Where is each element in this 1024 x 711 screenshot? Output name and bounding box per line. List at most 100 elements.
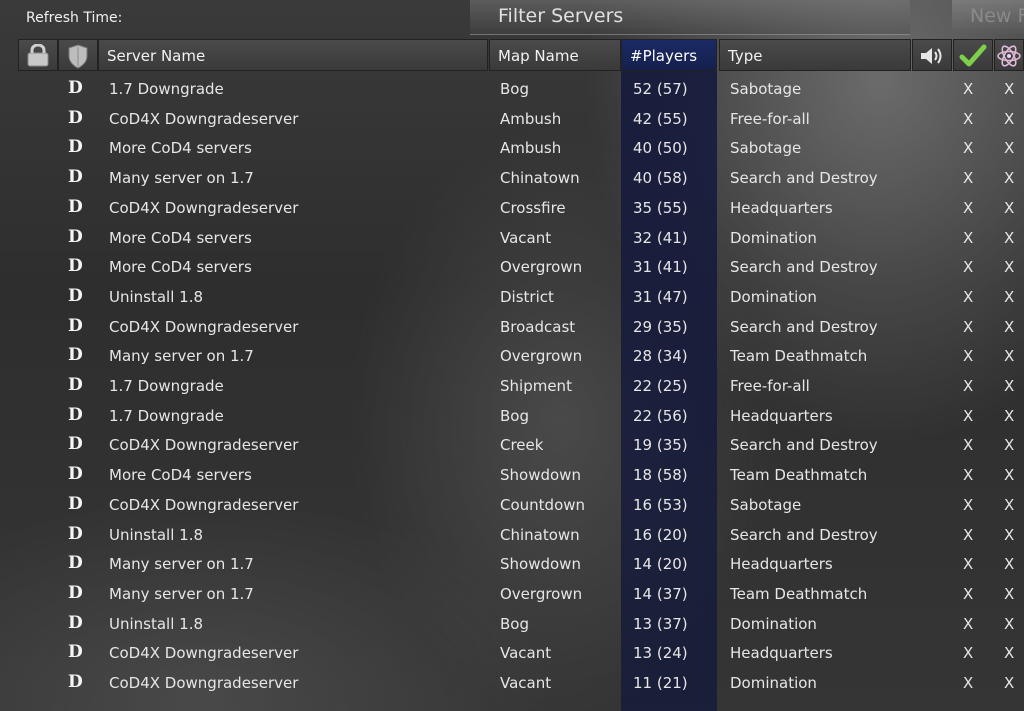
dedicated-server-icon: D [68,375,83,395]
game-type-cell: Free-for-all [730,377,810,395]
lock-icon [27,43,49,67]
map-name-cell: Broadcast [500,317,576,336]
pure-cell: X [963,347,974,366]
column-header-voice[interactable] [912,39,952,71]
dedicated-server-icon: D [68,226,83,247]
column-header-pure[interactable] [953,39,993,71]
server-name-cell: More CoD4 servers [109,466,252,485]
players-cell: 29 (35) [633,317,688,336]
server-name-cell: Uninstall 1.8 [109,525,204,544]
column-header-map-name[interactable]: Map Name [489,39,621,71]
pure-cell: X [963,584,974,603]
server-row[interactable]: D Uninstall 1.8 Chinatown 16 (20) Search and… [0,522,1024,552]
players-cell: 40 (58) [633,169,688,188]
map-name-cell: Chinatown [500,525,580,544]
server-name-cell: Uninstall 1.8 [109,287,204,306]
refresh-time-label: Refresh Time: [26,10,123,26]
mod-cell: X [1004,584,1015,603]
server-name-cell: Many server on 1.7 [109,169,254,188]
server-name-cell: CoD4X Downgradeserver [109,317,299,336]
map-name-cell: Vacant [500,228,552,247]
pure-cell: X [963,198,974,217]
server-row[interactable]: D CoD4X Downgradeserver Crossfire 35 (55) He… [0,195,1024,225]
game-type-cell: Sabotage [730,495,802,514]
checkmark-icon [959,44,987,67]
server-row[interactable]: D CoD4X Downgradeserver Broadcast 29 (35) Se… [0,314,1024,344]
map-name-cell: Ambush [500,139,562,158]
pure-cell: X [963,139,974,158]
server-row[interactable]: D CoD4X Downgradeserver Countdown 16 (53) Sa… [0,492,1024,522]
server-row[interactable]: D More CoD4 servers Showdown 18 (58) Team De… [0,462,1024,492]
mod-cell: X [1004,525,1015,544]
mod-cell: X [1004,614,1015,633]
column-header-password[interactable] [18,39,58,71]
server-name-cell: CoD4X Downgradeserver [109,644,299,663]
dedicated-server-icon: D [68,582,83,603]
game-type-cell: Search and Destroy [730,436,878,455]
column-header-hardcore[interactable] [58,39,98,71]
server-row[interactable]: D Uninstall 1.8 Bog 13 (37) Domination X X [0,611,1024,641]
map-name-cell: Crossfire [500,198,566,217]
dedicated-server-icon: D [68,167,83,188]
mod-cell: X [1004,287,1015,306]
players-cell: 18 (58) [633,466,688,485]
server-row[interactable]: D More CoD4 servers Ambush 40 (50) Sabotage X… [0,135,1024,165]
dedicated-server-icon: D [68,256,83,277]
atom-icon [997,45,1021,67]
game-type-cell: Team Deathmatch [730,466,868,485]
top-toolbar: Refresh Time: Filter Servers New F [0,0,1024,38]
pure-cell: X [963,674,974,692]
server-row[interactable]: D Many server on 1.7 Overgrown 14 (37) Team … [0,581,1024,611]
map-name-cell: Ambush [500,109,562,128]
mod-cell: X [1004,674,1015,692]
server-row[interactable]: D Many server on 1.7 Overgrown 28 (34) Team … [0,343,1024,373]
players-cell: 16 (20) [633,525,688,544]
pure-cell: X [963,287,974,306]
map-name-cell: District [500,287,554,306]
game-type-cell: Headquarters [730,406,833,425]
server-row[interactable]: D CoD4X Downgradeserver Vacant 11 (21) Domin… [0,670,1024,700]
server-name-cell: More CoD4 servers [109,139,252,158]
players-cell: 52 (57) [633,80,688,98]
pure-cell: X [963,644,974,663]
server-row[interactable]: D CoD4X Downgradeserver Vacant 13 (24) Headq… [0,640,1024,670]
server-name-cell: More CoD4 servers [109,258,252,277]
column-header-mod[interactable] [994,39,1024,71]
dedicated-server-icon: D [68,345,83,366]
map-name-cell: Bog [500,406,529,425]
server-row[interactable]: D Many server on 1.7 Showdown 14 (20) Headqu… [0,551,1024,581]
speaker-icon [921,48,942,64]
map-name-cell: Overgrown [500,258,583,277]
players-cell: 11 (21) [633,674,688,692]
mod-cell: X [1004,109,1015,128]
column-header-server-name[interactable]: Server Name [98,39,488,71]
new-favorite-button[interactable]: New F [952,0,1024,34]
column-header-players[interactable]: #Players [621,39,717,71]
server-row[interactable]: D Uninstall 1.8 District 31 (47) Domination X… [0,284,1024,314]
pure-cell: X [963,406,974,425]
server-name-cell: Many server on 1.7 [109,584,254,603]
server-row[interactable]: D 1.7 Downgrade Bog 22 (56) Headquarters X X [0,403,1024,433]
server-row[interactable]: D More CoD4 servers Overgrown 31 (41) Search… [0,254,1024,284]
server-row[interactable]: D More CoD4 servers Vacant 32 (41) Dominatio… [0,225,1024,255]
dedicated-server-icon: D [68,285,83,306]
dedicated-server-icon: D [68,404,83,425]
game-type-cell: Team Deathmatch [730,347,868,366]
server-name-cell: 1.7 Downgrade [109,377,224,395]
server-row[interactable]: D CoD4X Downgradeserver Ambush 42 (55) Free-… [0,106,1024,136]
filter-servers-button[interactable]: Filter Servers [470,0,910,35]
game-type-cell: Search and Destroy [730,317,878,336]
server-name-cell: CoD4X Downgradeserver [109,109,299,128]
server-row[interactable]: D Many server on 1.7 Chinatown 40 (58) Searc… [0,165,1024,195]
column-header-type[interactable]: Type [719,39,911,71]
game-type-cell: Domination [730,614,817,633]
map-name-cell: Overgrown [500,584,583,603]
server-name-cell: 1.7 Downgrade [109,80,224,98]
mod-cell: X [1004,80,1015,98]
map-name-cell: Vacant [500,644,552,663]
mod-cell: X [1004,258,1015,277]
server-row[interactable]: D 1.7 Downgrade Bog 52 (57) Sabotage X X [0,76,1024,106]
server-row[interactable]: D 1.7 Downgrade Shipment 22 (25) Free-for-al… [0,373,1024,403]
dedicated-server-icon: D [68,107,83,128]
server-row[interactable]: D CoD4X Downgradeserver Creek 19 (35) Search… [0,432,1024,462]
